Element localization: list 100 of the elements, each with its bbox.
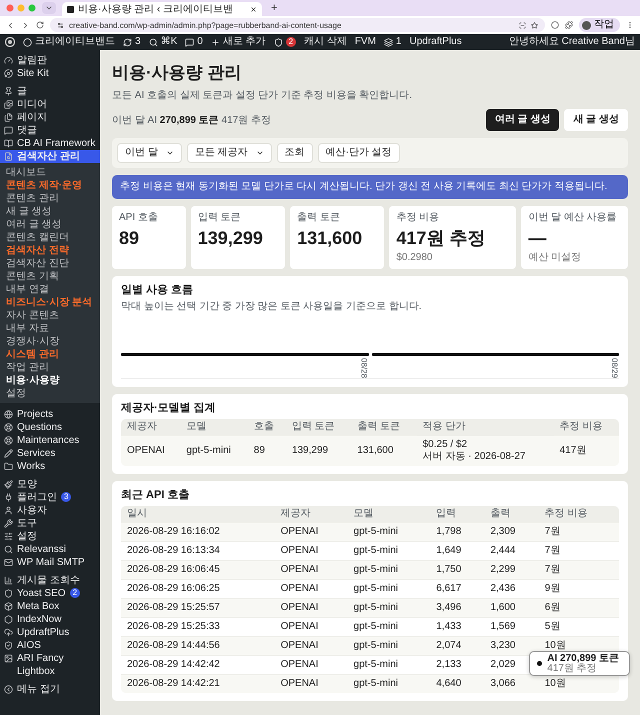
page-title: 비용·사용량 관리 [112, 62, 242, 83]
logo-icon[interactable] [5, 37, 15, 47]
table-cell: 2026-08-29 16:06:25 [121, 579, 275, 598]
stat-label: 추정 비용 [396, 212, 440, 224]
collapse-menu-button[interactable]: 메뉴 접기 [0, 683, 100, 696]
admin-bar-item[interactable]: UpdraftPlus [409, 35, 462, 49]
sidebar-item[interactable]: 도구 [0, 517, 100, 530]
address-field[interactable]: creative-band.com/wp-admin/admin.php?page=rubberband-ai-content-usage [50, 18, 545, 32]
sidebar-item[interactable]: WP Mail SMTP [0, 556, 100, 569]
price-text: $0.25 / $2 [422, 438, 468, 450]
table-cell: 1,600 [484, 598, 539, 617]
table-cell: 1,569 [484, 617, 539, 636]
tab-list-button[interactable] [42, 2, 56, 14]
plus-icon [210, 38, 220, 46]
admin-bar-item[interactable]: ⌘K [148, 35, 178, 49]
admin-bar-item[interactable]: 새로 추가 [210, 35, 266, 49]
submenu-item[interactable]: 검색자산 진단 [0, 257, 100, 270]
submenu-item[interactable]: 콘텐츠 관리 [0, 192, 100, 205]
table-cell: 2026-08-29 14:42:21 [121, 674, 275, 692]
refresh-icon [123, 38, 132, 46]
filter-select[interactable]: 모든 제공자 [186, 143, 272, 163]
sidebar-item[interactable]: Services [0, 447, 100, 460]
submenu-item[interactable]: 자사 콘텐츠 [0, 309, 100, 322]
circle-icon [23, 38, 32, 46]
greeting-link[interactable]: 안녕하세요 Creative Band님 [508, 35, 635, 49]
table-cell: OPENAI [274, 636, 348, 655]
back-icon [6, 20, 15, 30]
table-cell: 2,133 [430, 655, 484, 674]
admin-bar-item[interactable]: 1 [384, 35, 402, 49]
sidebar-item[interactable]: AIOS [0, 639, 100, 652]
submenu-item[interactable]: 내부 자료 [0, 322, 100, 335]
table-cell: 2026-08-29 16:16:02 [121, 522, 275, 541]
user-icon [4, 506, 13, 515]
action-button[interactable]: 여러 글 생성 [486, 109, 560, 131]
action-button[interactable]: 새 글 생성 [564, 109, 628, 131]
sidebar-item[interactable]: CB AI Framework [0, 137, 100, 150]
sidebar-item[interactable]: 댓글 [0, 124, 100, 137]
sidebar-item[interactable]: Yoast SEO 2 [0, 587, 100, 600]
pencil-icon [4, 449, 13, 458]
sidebar-item[interactable]: Works [0, 460, 100, 473]
table-cell: 2,299 [484, 560, 539, 579]
profile-button[interactable]: 작업 [579, 18, 620, 32]
collapse-icon [4, 685, 13, 694]
sidebar-item[interactable]: 플러그인 3 [0, 491, 100, 504]
stat-label: 입력 토큰 [198, 212, 242, 224]
sidebar-item[interactable]: Questions [0, 421, 100, 434]
sidebar-item[interactable]: ARI Fancy Lightbox [0, 652, 100, 678]
file-search-icon [4, 152, 13, 161]
admin-bar-item[interactable]: FVM [354, 35, 376, 49]
stat-label: 출력 토큰 [297, 212, 341, 224]
sidebar-item[interactable]: UpdraftPlus [0, 626, 100, 639]
stat-label: 이번 달 예산 사용률 [528, 212, 618, 224]
submenu-item[interactable]: 콘텐츠 캘린더 [0, 231, 100, 244]
submenu-item[interactable]: 여러 글 생성 [0, 218, 100, 231]
sidebar-item[interactable]: 모양 [0, 478, 100, 491]
sidebar-item[interactable]: 설정 [0, 530, 100, 543]
sidebar-item[interactable]: 글 [0, 85, 100, 98]
sidebar-item[interactable]: Maintenances [0, 434, 100, 447]
submenu-item[interactable]: 새 글 생성 [0, 205, 100, 218]
sidebar-item[interactable]: 사용자 [0, 504, 100, 517]
sidebar-item[interactable]: Meta Box [0, 600, 100, 613]
box-icon [4, 602, 13, 611]
shield-check-icon [4, 641, 13, 650]
admin-bar-item[interactable]: 2 [274, 37, 296, 47]
column-header: 제공자 [274, 506, 348, 522]
sidebar-item[interactable]: Site Kit [0, 67, 100, 80]
sidebar-item[interactable]: 게시물 조회수 [0, 574, 100, 587]
admin-bar-item[interactable]: 3 [123, 35, 141, 49]
new-tab-button[interactable]: + [268, 2, 280, 14]
filter-button[interactable]: 조회 [276, 143, 313, 163]
sidebar-item[interactable]: Relevanssi [0, 543, 100, 556]
window-controls-icon[interactable] [6, 4, 36, 12]
submenu-heading: 콘텐츠 제작·운영 [5, 179, 84, 192]
sidebar-item[interactable]: Projects [0, 408, 100, 421]
filter-button[interactable]: 예산·단가 설정 [318, 143, 400, 163]
sidebar-item[interactable]: 검색자산 관리 [0, 150, 100, 163]
table-cell: 2,436 [484, 579, 539, 598]
table-cell: 7원 [538, 560, 619, 579]
table-cell: gpt-5-mini [348, 522, 430, 541]
sidebar-item[interactable]: IndexNow [0, 613, 100, 626]
sidebar-item[interactable]: 페이지 [0, 111, 100, 124]
submenu-item[interactable]: 경쟁사·시장 [0, 335, 100, 348]
card-title: 제공자·모델별 집계 [121, 401, 217, 415]
stat-note: 예산 미설정 [528, 252, 582, 263]
admin-bar-item[interactable]: 캐시 삭제 [304, 35, 347, 49]
sidebar-item[interactable]: 알림판 [0, 54, 100, 67]
table-cell: OPENAI [274, 617, 348, 636]
filter-select[interactable]: 이번 달 [117, 143, 182, 163]
sidebar-item[interactable]: 미디어 [0, 98, 100, 111]
submenu-item[interactable]: 비용·사용량 [0, 374, 100, 387]
submenu-item[interactable]: 콘텐츠 기획 [0, 270, 100, 283]
admin-bar-item[interactable]: 0 [185, 35, 203, 49]
table-cell: gpt-5-mini [348, 674, 430, 692]
submenu-item[interactable]: 설정 [0, 387, 100, 400]
submenu-item[interactable]: 대시보드 [0, 166, 100, 179]
submenu-item[interactable]: 내부 연결 [0, 283, 100, 296]
lifebuoy-icon [4, 436, 13, 445]
submenu-item[interactable]: 작업 관리 [0, 361, 100, 374]
browser-tab[interactable]: 비용·사용량 관리 ‹ 크리에이티브밴 [62, 2, 262, 16]
admin-bar-item[interactable]: 크리에이티브밴드 [23, 35, 115, 49]
